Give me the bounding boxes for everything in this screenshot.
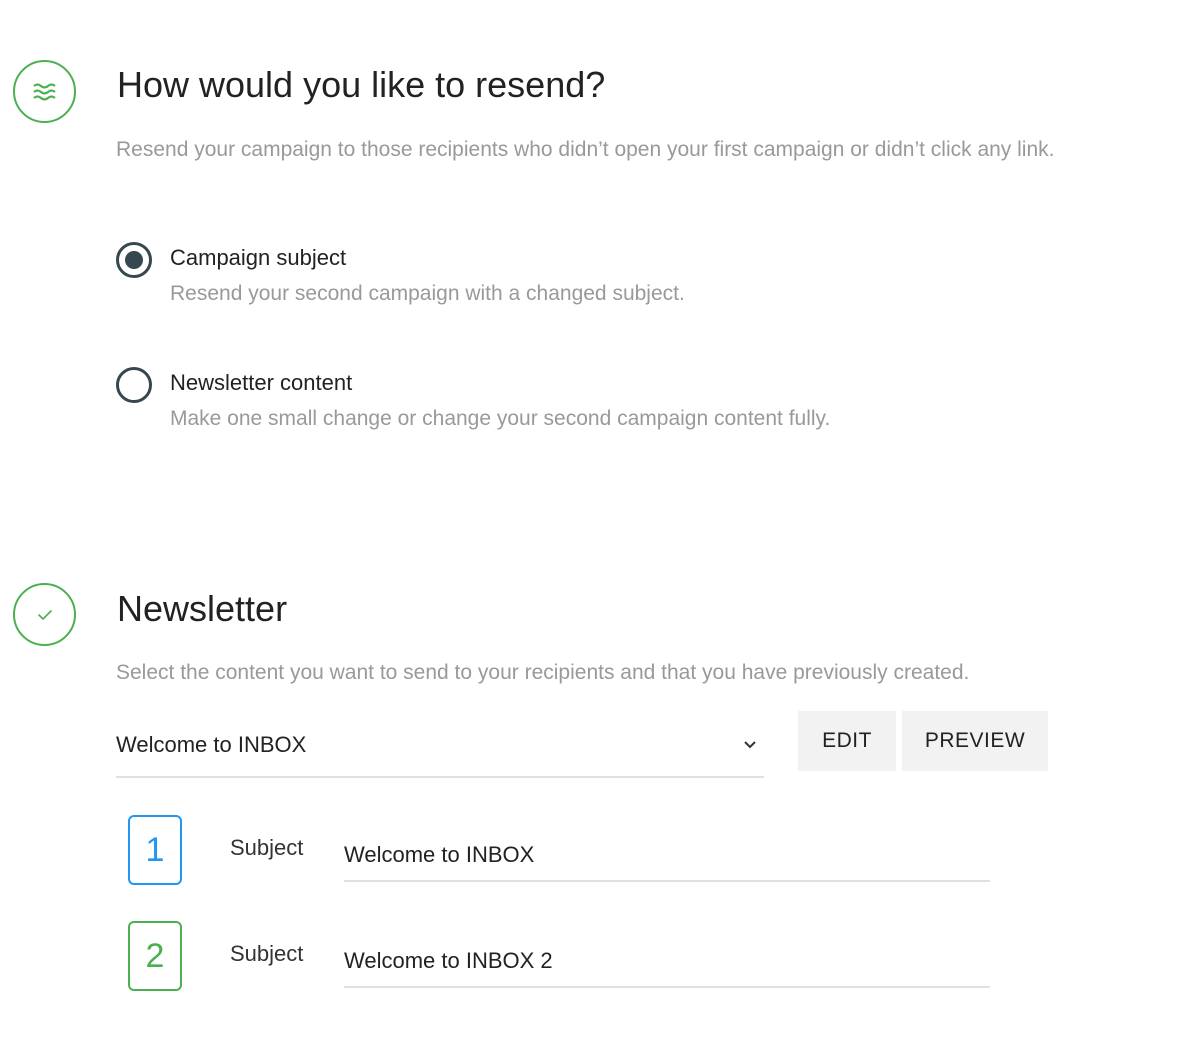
campaign-subject-description: Resend your second campaign with a chang… [170, 282, 685, 305]
campaign-subject-radio[interactable] [116, 242, 152, 278]
newsletter-description: Select the content you want to send to y… [116, 661, 970, 684]
check-icon [37, 609, 52, 620]
subject-input-2[interactable] [344, 936, 990, 988]
edit-button[interactable]: EDIT [798, 711, 896, 771]
subject-number-1: 1 [128, 815, 182, 885]
campaign-subject-label[interactable]: Campaign subject [170, 245, 346, 271]
resend-description: Resend your campaign to those recipients… [116, 138, 1055, 161]
subject-label-2: Subject [230, 941, 304, 966]
subject-number-2: 2 [128, 921, 182, 991]
newsletter-title: Newsletter [117, 588, 288, 629]
newsletter-content-description: Make one small change or change your sec… [170, 407, 831, 430]
waves-icon [32, 82, 56, 101]
newsletter-content-label[interactable]: Newsletter content [170, 370, 352, 396]
subject-label-1: Subject [230, 835, 304, 860]
subject-input-1[interactable] [344, 830, 990, 882]
resend-step-circle [13, 60, 76, 123]
preview-button[interactable]: PREVIEW [902, 711, 1048, 771]
content-select[interactable]: Welcome to INBOX [116, 716, 764, 778]
content-select-value: Welcome to INBOX [116, 732, 307, 757]
resend-title: How would you like to resend? [117, 64, 606, 105]
newsletter-step-circle [13, 583, 76, 646]
chevron-down-icon[interactable] [740, 734, 760, 754]
newsletter-content-radio[interactable] [116, 367, 152, 403]
